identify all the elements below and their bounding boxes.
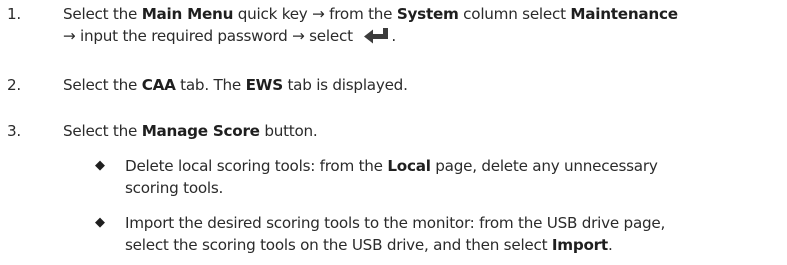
text-run: column select: [458, 5, 571, 23]
text-run: Select the: [63, 122, 142, 140]
step-line: Select the Manage Score button.: [63, 120, 783, 142]
text-run: select the scoring tools on the USB driv…: [125, 236, 552, 254]
ui-term-maintenance: Maintenance: [570, 5, 678, 23]
text-run: tab is displayed.: [282, 76, 408, 94]
step-line: Select the CAA tab. The EWS tab is displ…: [63, 74, 783, 96]
bullet-text: Import the desired scoring tools to the …: [125, 212, 785, 256]
ui-term-import: Import: [551, 236, 608, 254]
text-run: Select the: [63, 76, 142, 94]
bullet-line: Import the desired scoring tools to the …: [125, 214, 666, 232]
step-number: 2.: [7, 76, 21, 94]
text-run: tab. The: [175, 76, 246, 94]
bullet-text: Delete local scoring tools: from the Loc…: [125, 155, 785, 199]
step-text: Select the Manage Score button.: [63, 120, 783, 142]
text-run: button.: [259, 122, 318, 140]
text-run: .: [607, 236, 613, 254]
step-line: Select the Main Menu quick key → from th…: [63, 3, 783, 25]
step-text: Select the CAA tab. The EWS tab is displ…: [63, 74, 783, 96]
ui-term-main-menu: Main Menu: [141, 5, 234, 23]
text-run: page, delete any unnecessary: [430, 157, 658, 175]
step-line: → input the required password → select .: [63, 25, 783, 47]
bullet-line: Delete local scoring tools: from the Loc…: [125, 155, 785, 177]
diamond-bullet-icon: ◆: [95, 158, 105, 173]
text-run: → input the required password → select: [63, 27, 358, 45]
text-run: quick key → from the: [233, 5, 397, 23]
diamond-bullet-icon: ◆: [95, 215, 105, 230]
text-run: Select the: [63, 5, 142, 23]
step-number: 3.: [7, 122, 21, 140]
ui-term-manage-score: Manage Score: [141, 122, 260, 140]
bullet-line: scoring tools.: [125, 179, 224, 197]
text-run: .: [391, 27, 396, 45]
bullet-line: select the scoring tools on the USB driv…: [125, 234, 785, 256]
step-text: Select the Main Menu quick key → from th…: [63, 3, 783, 47]
enter-key-icon: [364, 28, 389, 44]
ui-term-system: System: [396, 5, 459, 23]
ui-term-caa: CAA: [141, 76, 176, 94]
text-run: Delete local scoring tools: from the: [125, 157, 388, 175]
step-number: 1.: [7, 5, 21, 23]
ui-term-local: Local: [387, 157, 431, 175]
ui-term-ews: EWS: [245, 76, 284, 94]
